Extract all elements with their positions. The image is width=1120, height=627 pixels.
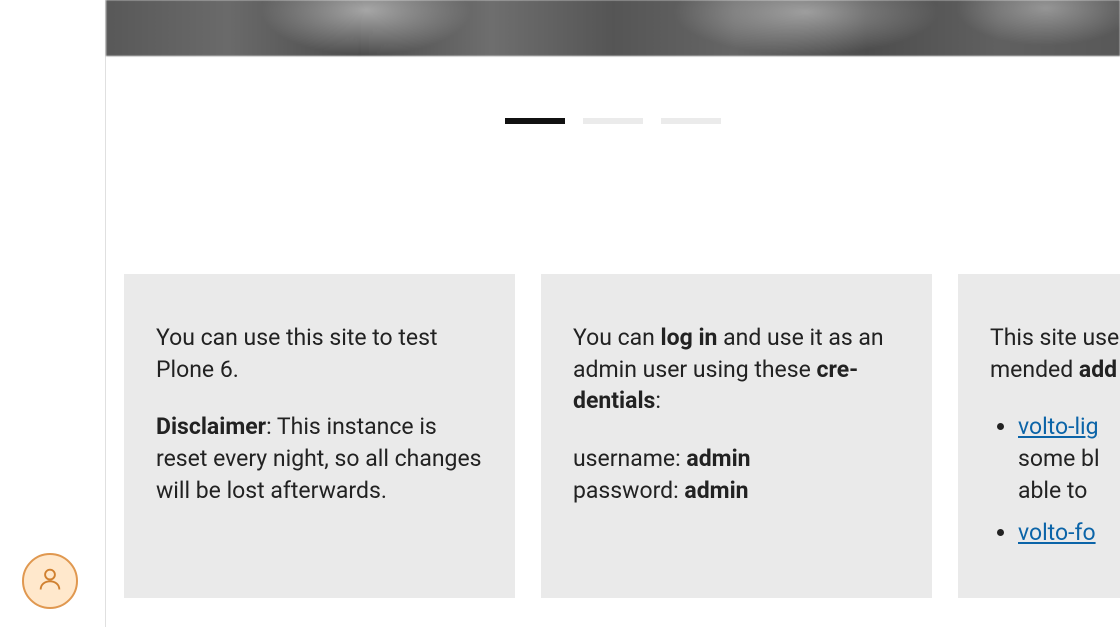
password-value: admin <box>684 477 748 504</box>
addons-line-prefix: This site use <box>990 324 1119 351</box>
hero-image <box>106 0 1120 56</box>
credentials-values: username: admin password: admin <box>573 443 900 506</box>
addons-line-bold: add <box>1079 356 1117 383</box>
addons-line-mid: mended <box>990 356 1079 383</box>
disclaimer-paragraph: Disclaimer: This instance is reset every… <box>156 411 483 506</box>
login-bold: log in <box>661 324 718 351</box>
info-cards: You can use this site to test Plone 6. D… <box>106 274 1120 598</box>
credentials-suffix: : <box>655 387 661 414</box>
password-label: password: <box>573 477 684 504</box>
username-value: admin <box>686 445 750 472</box>
credentials-intro: You can log in and use it as an admin us… <box>573 322 900 417</box>
user-icon <box>36 565 64 597</box>
carousel-dot-1[interactable] <box>505 118 565 124</box>
carousel-dot-2[interactable] <box>583 118 643 124</box>
disclaimer-sep: : <box>266 413 277 440</box>
addon-link-volto-light[interactable]: volto-lig <box>1018 413 1099 440</box>
intro-text: You can use this site to test Plone 6. <box>156 322 483 385</box>
list-item: volto-lig some bl able to <box>1018 411 1120 506</box>
user-login-button[interactable] <box>22 553 78 609</box>
addon-link-volto-form[interactable]: volto-fo <box>1018 519 1096 546</box>
card-intro: You can use this site to test Plone 6. D… <box>124 274 515 598</box>
list-item: volto-fo <box>1018 517 1120 549</box>
main-content: You can use this site to test Plone 6. D… <box>106 0 1120 627</box>
credentials-prefix: You can <box>573 324 661 351</box>
addon-desc-line1: some bl <box>1018 445 1100 472</box>
addons-intro: This site use mended add <box>990 322 1120 385</box>
username-label: username: <box>573 445 686 472</box>
disclaimer-label: Disclaimer <box>156 413 266 440</box>
card-addons: This site use mended add volto-lig some … <box>958 274 1120 598</box>
addon-desc-line2: able to <box>1018 477 1087 504</box>
card-credentials: You can log in and use it as an admin us… <box>541 274 932 598</box>
carousel-dot-3[interactable] <box>661 118 721 124</box>
sidebar <box>0 0 106 627</box>
carousel-pagination <box>106 56 1120 274</box>
addons-list: volto-lig some bl able to volto-fo <box>990 411 1120 548</box>
